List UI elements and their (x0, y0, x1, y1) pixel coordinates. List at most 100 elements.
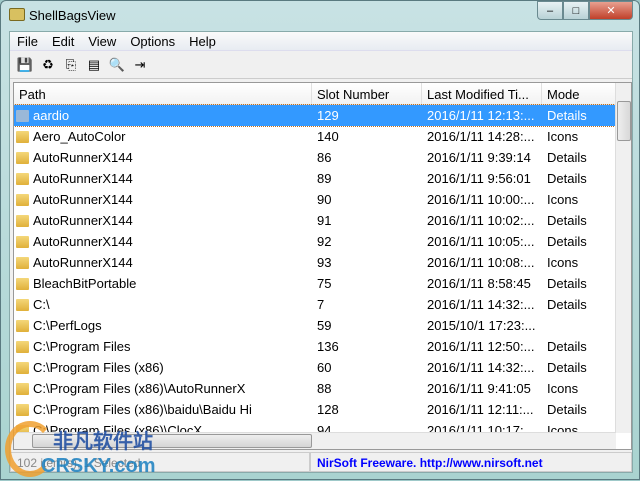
nirsoft-link[interactable]: NirSoft Freeware. http://www.nirsoft.net (310, 452, 632, 472)
path-text: C:\Program Files (x86)\AutoRunnerX (33, 381, 246, 396)
save-icon[interactable]: 💾 (16, 56, 34, 74)
table-row[interactable]: AutoRunnerX144 92 2016/1/11 10:05:... Detai… (14, 231, 631, 252)
folder-icon (16, 193, 29, 206)
table-row[interactable]: AutoRunnerX144 86 2016/1/11 9:39:14 Details (14, 147, 631, 168)
cell: Icons (547, 129, 579, 144)
column-header[interactable]: Slot Number (312, 83, 422, 104)
shellbags-list: Path Slot Number Last Modified Ti... Mode a… (13, 82, 632, 450)
cell: 7 (317, 297, 325, 312)
folder-icon (16, 361, 29, 374)
cell: C:\Program Files (x86)\AutoRunnerX (14, 381, 312, 396)
maximize-button[interactable]: □ (563, 1, 589, 20)
cell: 2016/1/11 10:08:... (427, 255, 535, 270)
path-text: aardio (33, 108, 70, 123)
path-text: C:\Program Files (x86) (33, 360, 164, 375)
app-icon (9, 8, 25, 21)
path-text: AutoRunnerX144 (33, 213, 133, 228)
folder-icon (16, 277, 29, 290)
table-row[interactable]: AutoRunnerX144 90 2016/1/11 10:00:... Icons (14, 189, 631, 210)
cell: 2016/1/11 10:02:... (427, 213, 535, 228)
cell: 2016/1/11 12:50:... (427, 339, 535, 354)
cell: 2016/1/11 12:13:... (427, 108, 535, 123)
cell: aardio (14, 108, 312, 123)
cell: 90 (317, 192, 332, 207)
table-row[interactable]: C:\PerfLogs 59 2015/10/1 17:23:... (14, 315, 631, 336)
cell: AutoRunnerX144 (14, 255, 312, 270)
cell: Details (547, 339, 587, 354)
table-row[interactable]: AutoRunnerX144 93 2016/1/11 10:08:... Icons (14, 252, 631, 273)
table-row[interactable]: C:\Program Files (x86)\AutoRunnerX 88 2016… (14, 378, 631, 399)
cell: Details (547, 150, 587, 165)
folder-icon (16, 130, 29, 143)
cell: 2016/1/11 14:28:... (427, 129, 535, 144)
cell: AutoRunnerX144 (14, 150, 312, 165)
cell: 75 (317, 276, 332, 291)
cell: C:\ (14, 297, 312, 312)
cell: AutoRunnerX144 (14, 192, 312, 207)
scroll-thumb[interactable] (617, 101, 631, 141)
cell: C:\PerfLogs (14, 318, 312, 333)
table-row[interactable]: AutoRunnerX144 91 2016/1/11 10:02:... Detai… (14, 210, 631, 231)
folder-icon (16, 382, 29, 395)
menu-file[interactable]: File (10, 32, 45, 50)
list-header: Path Slot Number Last Modified Ti... Mode (14, 83, 631, 105)
vertical-scrollbar[interactable] (615, 83, 631, 433)
menu-edit[interactable]: Edit (45, 32, 81, 50)
cell: 2016/1/11 14:32:... (427, 360, 535, 375)
cell: Details (547, 276, 587, 291)
path-text: Aero_AutoColor (33, 129, 126, 144)
table-row[interactable]: C:\Program Files (x86) 60 2016/1/11 14:32:… (14, 357, 631, 378)
minimize-button[interactable]: – (537, 1, 563, 20)
menu-help[interactable]: Help (182, 32, 223, 50)
cell: AutoRunnerX144 (14, 171, 312, 186)
column-header[interactable]: Path (14, 83, 312, 104)
folder-icon (16, 151, 29, 164)
cell: 92 (317, 234, 332, 249)
table-row[interactable]: aardio 129 2016/1/11 12:13:... Details (14, 104, 631, 127)
app-window: ShellBagsView – □ ✕ File Edit View Options H… (0, 0, 640, 480)
menu-view[interactable]: View (81, 32, 123, 50)
cell: Details (547, 297, 587, 312)
folder-icon (16, 214, 29, 227)
cell: Icons (547, 381, 579, 396)
cell: Details (547, 213, 587, 228)
cell: Aero_AutoColor (14, 129, 312, 144)
toolbar: 💾 ♻ ⎘ ▤ 🔍 ⇥ (10, 51, 632, 79)
cell: Details (547, 360, 587, 375)
refresh-icon[interactable]: ♻ (39, 56, 57, 74)
copy-icon[interactable]: ⎘ (62, 56, 80, 74)
cell: 136 (317, 339, 339, 354)
cell: 88 (317, 381, 332, 396)
table-row[interactable]: Aero_AutoColor 140 2016/1/11 14:28:... Icon… (14, 126, 631, 147)
close-button[interactable]: ✕ (589, 1, 633, 20)
menu-bar: File Edit View Options Help (10, 32, 632, 51)
properties-icon[interactable]: ▤ (85, 56, 103, 74)
path-text: AutoRunnerX144 (33, 255, 133, 270)
cell: 2016/1/11 10:00:... (427, 192, 535, 207)
path-text: AutoRunnerX144 (33, 192, 133, 207)
folder-icon (16, 298, 29, 311)
folder-icon (16, 256, 29, 269)
table-row[interactable]: BleachBitPortable 75 2016/1/11 8:58:45 Deta… (14, 273, 631, 294)
cell: Details (547, 234, 587, 249)
cell: Details (547, 108, 587, 123)
folder-icon (16, 235, 29, 248)
menu-options[interactable]: Options (123, 32, 182, 50)
table-row[interactable]: C:\Program Files 136 2016/1/11 12:50:... De… (14, 336, 631, 357)
cell: 2016/1/11 10:05:... (427, 234, 535, 249)
cell: 2016/1/11 8:58:45 (427, 276, 531, 291)
cell: 86 (317, 150, 332, 165)
column-header[interactable]: Mode (542, 83, 616, 104)
cell: 89 (317, 171, 332, 186)
folder-icon (16, 319, 29, 332)
table-row[interactable]: C:\ 7 2016/1/11 14:32:... Details (14, 294, 631, 315)
cell: 2016/1/11 14:32:... (427, 297, 535, 312)
path-text: C:\ (33, 297, 50, 312)
cell: 129 (317, 108, 339, 123)
cell: 2016/1/11 9:56:01 (427, 171, 531, 186)
find-icon[interactable]: 🔍 (108, 56, 126, 74)
column-header[interactable]: Last Modified Ti... (422, 83, 542, 104)
exit-icon[interactable]: ⇥ (131, 56, 149, 74)
cell: 93 (317, 255, 332, 270)
table-row[interactable]: AutoRunnerX144 89 2016/1/11 9:56:01 Details (14, 168, 631, 189)
